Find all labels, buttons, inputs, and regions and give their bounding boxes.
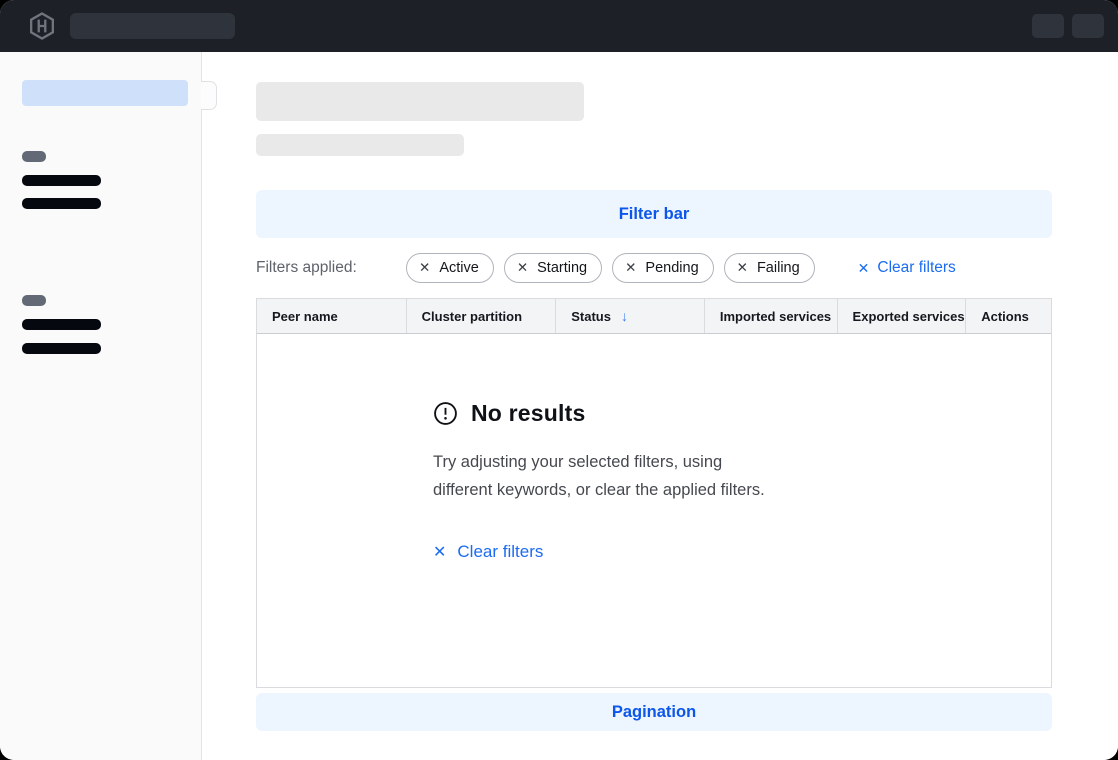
column-header-label: Actions: [981, 309, 1029, 324]
x-icon: ✕: [433, 542, 446, 562]
column-header-peer-name[interactable]: Peer name: [257, 299, 407, 333]
sidebar: [0, 52, 202, 760]
pagination-banner-label: Pagination: [612, 703, 696, 722]
filters-applied-label: Filters applied:: [256, 259, 406, 277]
table-body: No results Try adjusting your selected f…: [257, 334, 1051, 687]
x-icon: ✕: [625, 261, 636, 275]
column-header-status[interactable]: Status ↓: [556, 299, 705, 333]
sidebar-section-label-skeleton: [22, 295, 46, 306]
empty-state-description: Try adjusting your selected filters, usi…: [433, 448, 765, 504]
column-header-label: Peer name: [272, 309, 338, 324]
column-header-imported-services[interactable]: Imported services: [705, 299, 838, 333]
filter-pill-active[interactable]: ✕ Active: [406, 253, 494, 283]
clear-filters-link[interactable]: ✕ Clear filters: [858, 259, 956, 277]
empty-state-clear-filters-label: Clear filters: [457, 542, 543, 562]
sidebar-toggle-handle[interactable]: [201, 81, 217, 110]
column-header-actions[interactable]: Actions: [966, 299, 1051, 333]
applied-filters-row: Filters applied: ✕ Active ✕ Starting ✕ Pendin…: [256, 253, 1052, 283]
x-icon: ✕: [517, 261, 528, 275]
filter-bar-banner: Filter bar: [256, 190, 1052, 238]
empty-state-description-line: different keywords, or clear the applied…: [433, 476, 765, 504]
filter-pill-starting[interactable]: ✕ Starting: [504, 253, 602, 283]
column-header-label: Status: [571, 309, 611, 324]
app-window: Filter bar Filters applied: ✕ Active ✕ Star…: [0, 0, 1118, 760]
column-header-label: Imported services: [720, 309, 831, 324]
filter-pills: ✕ Active ✕ Starting ✕ Pending ✕ Failing: [406, 253, 825, 283]
column-header-exported-services[interactable]: Exported services: [838, 299, 967, 333]
column-header-cluster-partition[interactable]: Cluster partition: [407, 299, 557, 333]
page-subtitle-skeleton: [256, 134, 464, 156]
page-title-skeleton: [256, 82, 584, 121]
peers-table: Peer name Cluster partition Status ↓ Importe…: [256, 298, 1052, 688]
sidebar-active-item-skeleton[interactable]: [22, 80, 188, 106]
x-icon: ✕: [419, 261, 430, 275]
filter-pill-label: Failing: [757, 260, 800, 276]
hashicorp-logo-icon: [28, 12, 56, 40]
sidebar-link-skeleton[interactable]: [22, 319, 101, 330]
empty-state-heading: No results: [433, 400, 765, 427]
empty-state-description-line: Try adjusting your selected filters, usi…: [433, 448, 765, 476]
search-input-placeholder[interactable]: [70, 13, 235, 39]
sidebar-link-skeleton[interactable]: [22, 198, 101, 209]
empty-state-title: No results: [471, 400, 585, 427]
sidebar-section-label-skeleton: [22, 151, 46, 162]
filter-bar-banner-label: Filter bar: [619, 205, 690, 224]
empty-state: No results Try adjusting your selected f…: [433, 400, 765, 562]
filter-pill-label: Starting: [537, 260, 587, 276]
nav-button-placeholder-1[interactable]: [1032, 14, 1064, 38]
x-icon: ✕: [737, 261, 748, 275]
clear-filters-label: Clear filters: [877, 259, 955, 277]
filter-pill-label: Active: [439, 260, 479, 276]
x-icon: ✕: [858, 260, 870, 277]
arrow-down-icon: ↓: [621, 308, 628, 324]
column-header-label: Exported services: [853, 309, 965, 324]
filter-pill-pending[interactable]: ✕ Pending: [612, 253, 714, 283]
empty-state-clear-filters-link[interactable]: ✕ Clear filters: [433, 542, 543, 562]
sidebar-link-skeleton[interactable]: [22, 343, 101, 354]
pagination-banner: Pagination: [256, 693, 1052, 731]
filter-pill-label: Pending: [645, 260, 698, 276]
nav-button-placeholder-2[interactable]: [1072, 14, 1104, 38]
filter-pill-failing[interactable]: ✕ Failing: [724, 253, 815, 283]
main-content: Filter bar Filters applied: ✕ Active ✕ Star…: [203, 52, 1118, 760]
table-header-row: Peer name Cluster partition Status ↓ Importe…: [257, 299, 1051, 334]
column-header-label: Cluster partition: [422, 309, 522, 324]
alert-circle-icon: [433, 401, 458, 426]
top-nav: [0, 0, 1118, 52]
sidebar-link-skeleton[interactable]: [22, 175, 101, 186]
